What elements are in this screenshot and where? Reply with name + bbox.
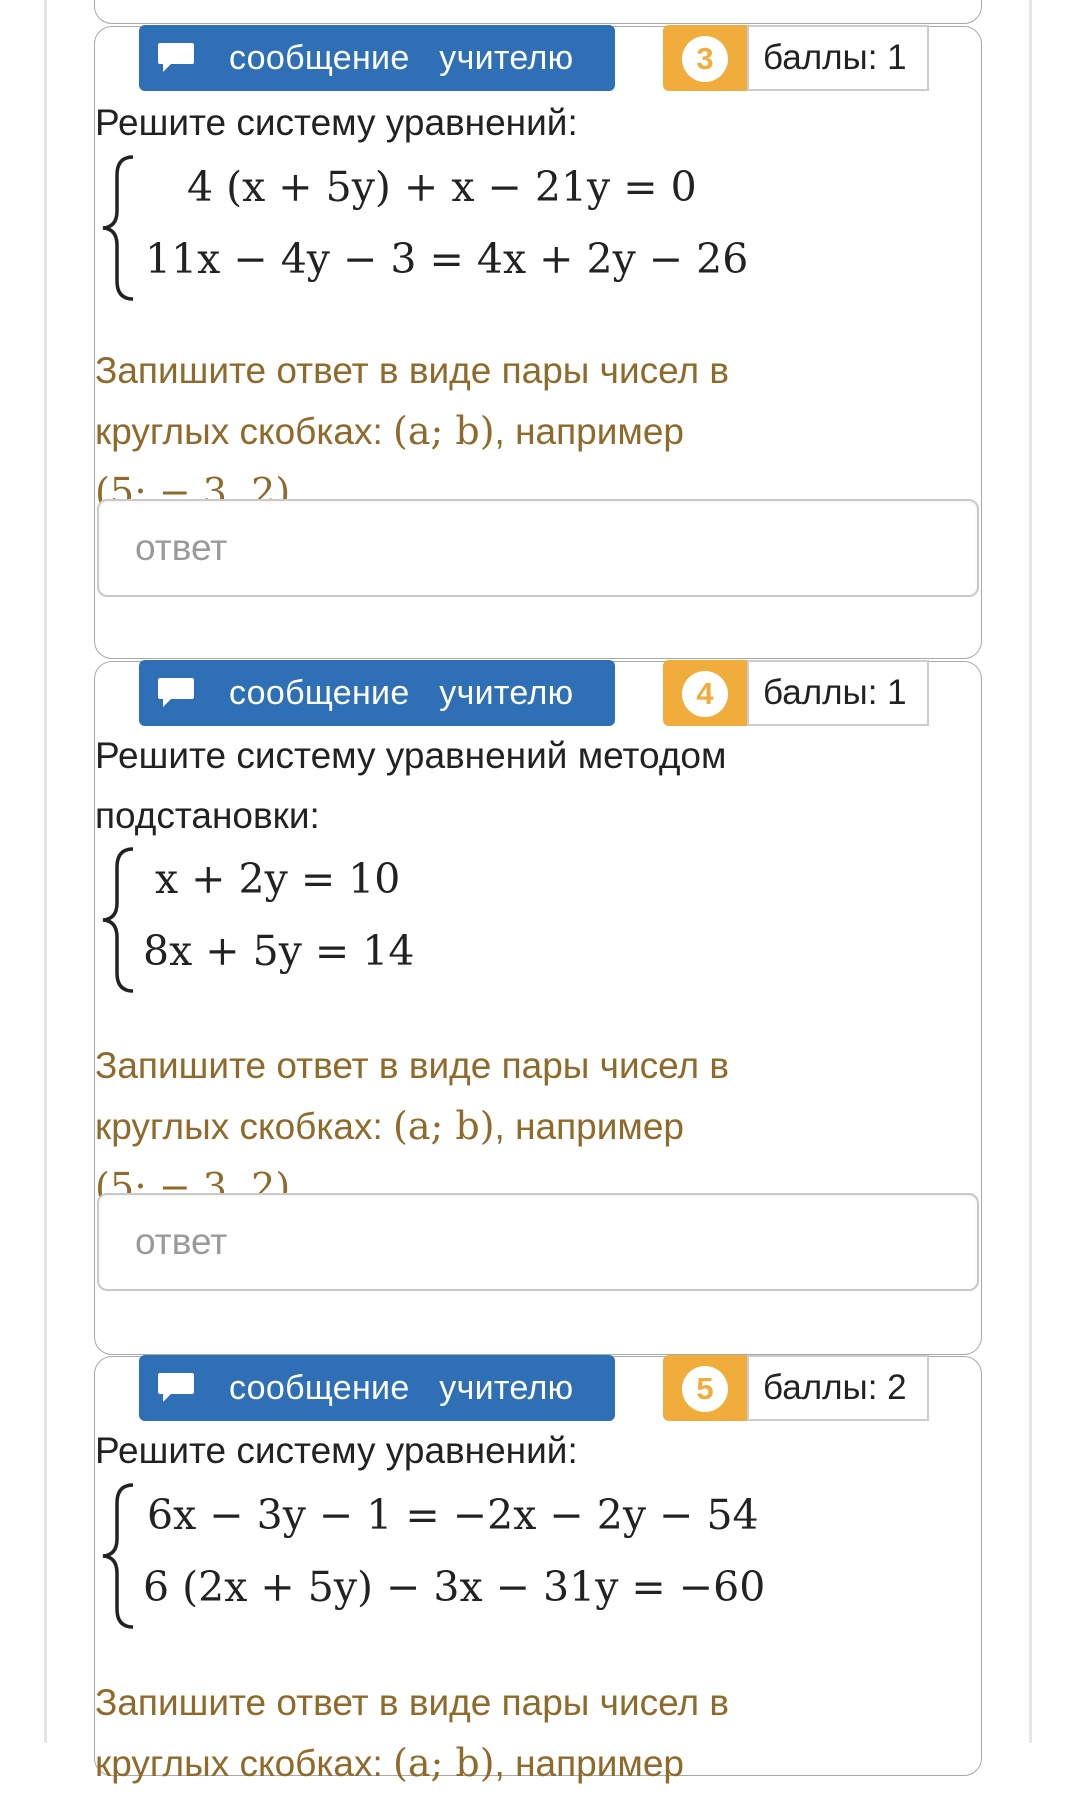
equation-2: 11x − 4y − 3 = 4x + 2y − 26 xyxy=(145,235,749,283)
hint-line-1: Запишите ответ в виде пары чисел в xyxy=(95,1045,729,1086)
score-label: баллы: 1 xyxy=(747,660,929,726)
question-number: 5 xyxy=(682,1366,728,1412)
chat-bubble-icon xyxy=(158,43,194,72)
question-prompt: Решите систему уравнений: xyxy=(95,1430,578,1471)
question-number-badge: 5 xyxy=(663,1355,747,1421)
page-right-border xyxy=(1029,0,1032,1743)
score-label: баллы: 2 xyxy=(747,1355,929,1421)
answer-input[interactable]: ответ xyxy=(97,499,979,597)
equation-2: 6 (2x + 5y) − 3x − 31y = −60 xyxy=(143,1563,766,1611)
equation-2: 8x + 5y = 14 xyxy=(143,927,415,975)
previous-question-card xyxy=(94,0,982,24)
question-number-badge: 3 xyxy=(663,25,747,91)
question-card-5: сообщение учителю 5 баллы: 2 Решите сист… xyxy=(94,1355,982,1785)
question-number: 4 xyxy=(682,671,728,717)
question-prompt: Решите систему уравнений: xyxy=(95,102,578,143)
message-teacher-label: сообщение учителю xyxy=(229,674,574,712)
equation-1: 4 (x + 5y) + x − 21y = 0 xyxy=(187,163,697,211)
message-teacher-button[interactable]: сообщение учителю xyxy=(139,25,615,91)
message-teacher-button[interactable]: сообщение учителю xyxy=(139,1355,615,1421)
hint-line-2: круглых скобках: (a; b), например xyxy=(95,1741,684,1785)
message-teacher-button[interactable]: сообщение учителю xyxy=(139,660,615,726)
hint-line-2: круглых скобках: (a; b), например xyxy=(95,409,684,453)
page-left-border xyxy=(44,0,47,1743)
score-label: баллы: 1 xyxy=(747,25,929,91)
curly-brace xyxy=(102,1483,134,1629)
hint-line-1: Запишите ответ в виде пары чисел в xyxy=(95,1682,729,1723)
hint-line-1: Запишите ответ в виде пары чисел в xyxy=(95,350,729,391)
answer-format-hint: Запишите ответ в виде пары чисел в кругл… xyxy=(95,1673,955,1794)
question-card-4: сообщение учителю 4 баллы: 1 Решите сист… xyxy=(94,660,982,1355)
chat-bubble-icon xyxy=(158,1373,194,1402)
equation-1: x + 2y = 10 xyxy=(155,855,401,903)
hint-line-2: круглых скобках: (a; b), например xyxy=(95,1104,684,1148)
answer-input[interactable]: ответ xyxy=(97,1193,979,1291)
message-teacher-label: сообщение учителю xyxy=(229,1369,574,1407)
answer-format-hint: Запишите ответ в виде пары чисел в кругл… xyxy=(95,1036,955,1217)
curly-brace xyxy=(102,155,134,301)
answer-format-hint: Запишите ответ в виде пары чисел в кругл… xyxy=(95,341,955,522)
question-card-3: сообщение учителю 3 баллы: 1 Решите сист… xyxy=(94,25,982,659)
chat-bubble-icon xyxy=(158,678,194,707)
question-prompt: Решите систему уравнений методом подстан… xyxy=(95,735,727,836)
message-teacher-label: сообщение учителю xyxy=(229,39,574,77)
equation-1: 6x − 3y − 1 = −2x − 2y − 54 xyxy=(147,1491,759,1539)
question-number: 3 xyxy=(682,36,728,82)
question-number-badge: 4 xyxy=(663,660,747,726)
curly-brace xyxy=(102,847,134,993)
